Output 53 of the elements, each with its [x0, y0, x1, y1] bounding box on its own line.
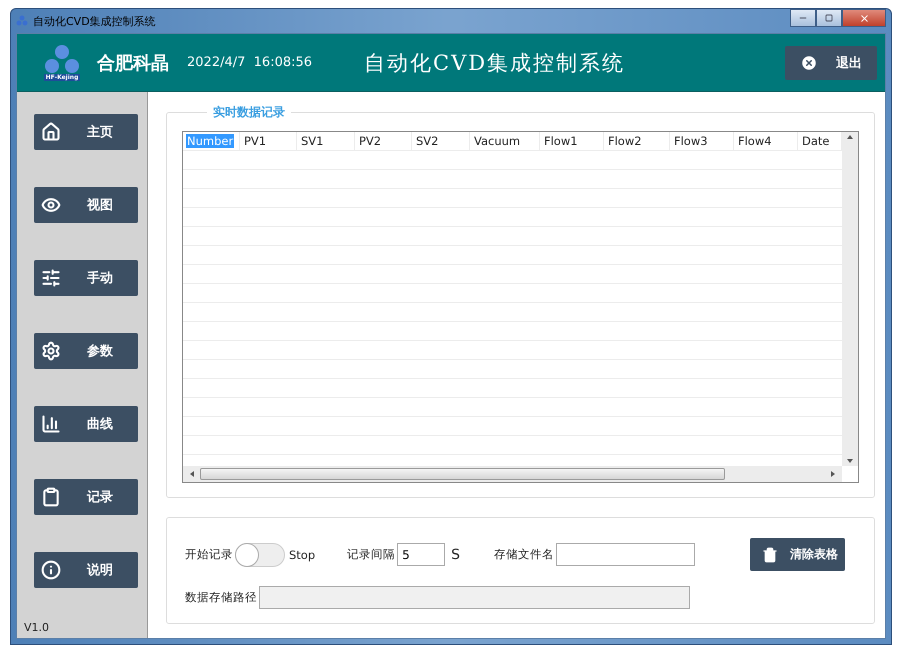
home-icon — [41, 122, 61, 142]
nav-button[interactable]: 手动 — [34, 260, 138, 296]
maximize-icon — [825, 14, 833, 22]
eye-icon — [41, 195, 61, 215]
interval-label: 记录间隔 — [347, 547, 396, 562]
column-header[interactable]: Date — [801, 134, 830, 148]
settings-icon — [41, 341, 61, 361]
column-header[interactable]: Flow2 — [607, 134, 643, 148]
unit-label: S — [451, 546, 460, 562]
nav-button[interactable]: 记录 — [34, 479, 138, 515]
company-name: 合肥科晶 — [97, 52, 169, 74]
column-header[interactable]: PV1 — [243, 134, 268, 148]
nav-button[interactable]: 视图 — [34, 187, 138, 223]
toggle-state: Stop — [289, 548, 316, 562]
close-icon — [858, 12, 870, 24]
close-icon — [800, 54, 818, 72]
close-button[interactable] — [842, 9, 886, 27]
minimize-button[interactable] — [790, 9, 816, 27]
group-title: 实时数据记录 — [207, 104, 291, 121]
column-header[interactable]: SV2 — [415, 134, 440, 148]
sliders-icon — [41, 268, 61, 288]
column-header[interactable]: Flow4 — [737, 134, 773, 148]
version-label: V1.0 — [24, 621, 50, 634]
path-field[interactable] — [259, 586, 690, 609]
record-toggle[interactable] — [235, 542, 285, 566]
app-icon — [16, 15, 28, 27]
column-header[interactable]: Flow1 — [543, 134, 579, 148]
datetime: 2022/4/7 16:08:56 — [187, 55, 312, 70]
nav-button[interactable]: 曲线 — [34, 406, 138, 442]
toggle-label: 开始记录 — [185, 547, 233, 562]
column-header[interactable]: PV2 — [358, 134, 382, 148]
trash-icon — [762, 546, 778, 562]
filename-field[interactable] — [556, 543, 696, 566]
path-label: 数据存储路径 — [185, 590, 257, 605]
logo-icon — [42, 44, 82, 74]
clipboard-icon — [41, 487, 61, 507]
info-icon — [41, 560, 61, 580]
interval-field[interactable]: 5 — [397, 543, 446, 566]
clear-button[interactable]: 清除表格 — [750, 538, 846, 571]
nav-button[interactable]: 主页 — [34, 114, 138, 150]
bar-chart-icon — [41, 414, 61, 434]
column-header[interactable]: SV1 — [300, 134, 324, 148]
column-header[interactable]: Vacuum — [473, 134, 522, 148]
filename-label: 存储文件名 — [494, 547, 554, 562]
exit-button[interactable]: 退出 — [785, 46, 877, 80]
column-header[interactable]: Flow3 — [673, 134, 709, 148]
horizontal-scrollbar[interactable] — [183, 466, 842, 482]
nav-button[interactable]: 说明 — [34, 552, 138, 588]
window-title: 自动化CVD集成控制系统 — [33, 14, 157, 28]
app-title: 自动化CVD集成控制系统 — [364, 50, 626, 76]
nav-button[interactable]: 参数 — [34, 333, 138, 369]
maximize-button[interactable] — [816, 9, 842, 27]
vertical-scrollbar[interactable] — [842, 132, 858, 466]
